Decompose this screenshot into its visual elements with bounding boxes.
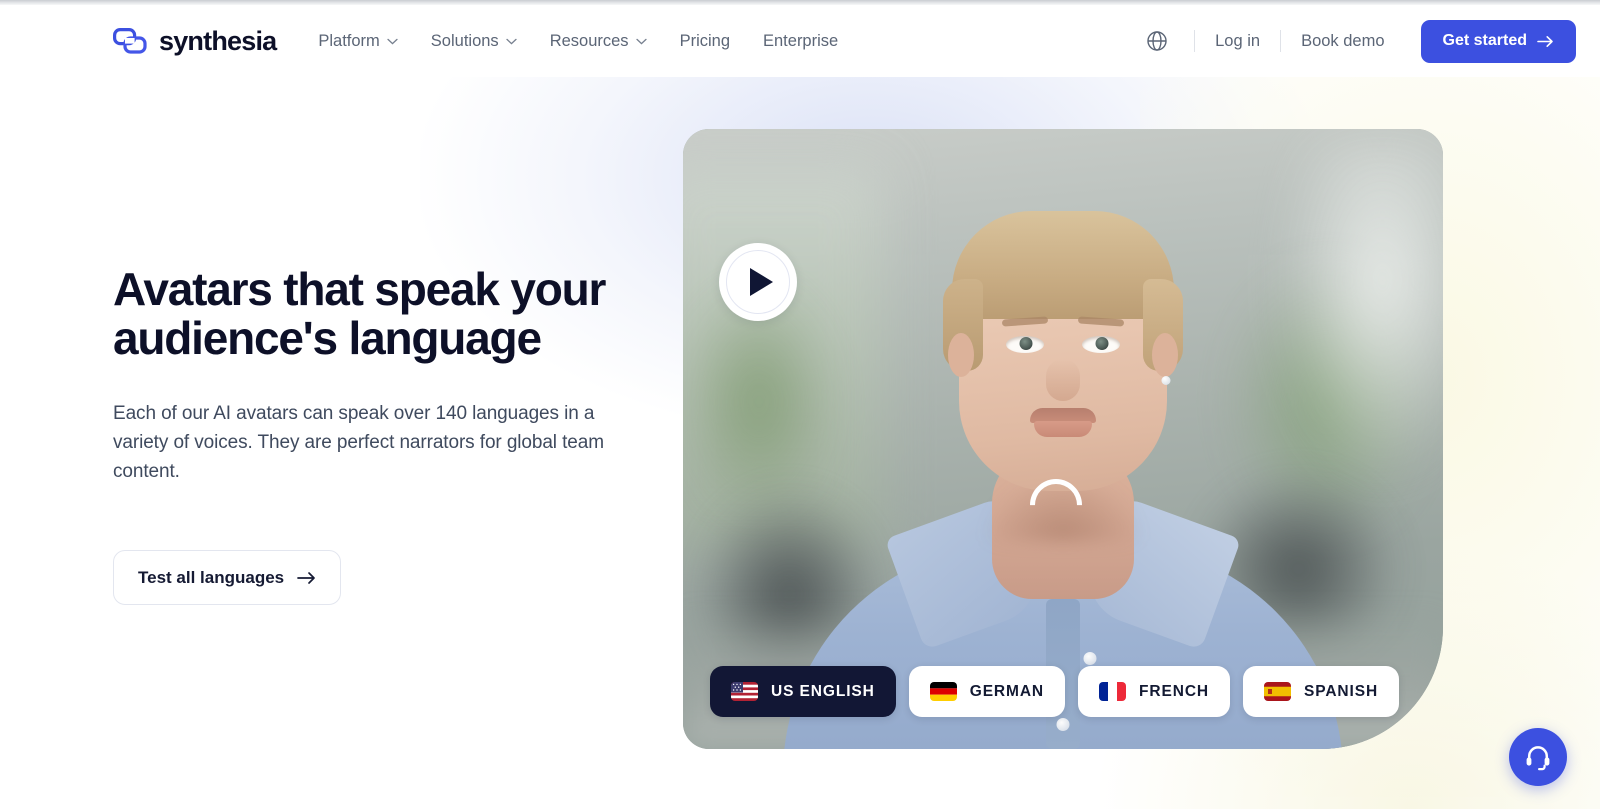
nav-label: Enterprise [763, 31, 839, 50]
chevron-down-icon [635, 38, 647, 44]
language-chip-german[interactable]: GERMAN [908, 666, 1066, 717]
main-nav: Platform Solutions Resources Pricing Ent… [318, 33, 838, 50]
hero-subtitle: Each of our AI avatars can speak over 14… [113, 403, 604, 483]
divider [1194, 30, 1196, 52]
flag-fr-icon [1099, 682, 1127, 701]
test-all-languages-button[interactable]: Test all languages [113, 550, 342, 606]
nav-label: Resources [549, 31, 629, 50]
play-button-ring [726, 250, 790, 314]
avatar-shirt-button [1083, 652, 1097, 665]
language-chip-us-english[interactable]: US ENGLISH [710, 666, 896, 717]
globe-icon [1147, 31, 1167, 51]
avatar-iris-right [1095, 337, 1109, 350]
play-button[interactable] [719, 243, 797, 321]
header-actions: Log in Book demo Get started [1140, 19, 1576, 63]
hero-section: Avatars that speak your audience's langu… [0, 77, 1600, 809]
nav-item-pricing[interactable]: Pricing [680, 33, 730, 50]
nav-item-platform[interactable]: Platform [318, 31, 398, 50]
page-title: Avatars that speak your audience's langu… [113, 263, 606, 365]
language-chip-label: GERMAN [969, 682, 1045, 700]
test-all-languages-label: Test all languages [138, 567, 285, 587]
avatar-earring [1161, 376, 1171, 385]
book-demo-link[interactable]: Book demo [1301, 33, 1384, 50]
avatar-ear-left [948, 333, 974, 377]
chevron-down-icon [506, 38, 517, 44]
get-started-button[interactable]: Get started [1420, 19, 1576, 63]
avatar-shirt-button [1056, 718, 1070, 731]
avatar-iris-left [1019, 337, 1033, 350]
nav-item-enterprise[interactable]: Enterprise [763, 33, 838, 50]
language-chip-list: US ENGLISH GERMAN FRENCH SPANISH [710, 666, 1400, 717]
flag-es-icon [1264, 682, 1292, 701]
nav-item-solutions[interactable]: Solutions [431, 33, 517, 50]
avatar-hair [952, 211, 1174, 319]
login-link[interactable]: Log in [1215, 33, 1260, 50]
language-chip-label: SPANISH [1304, 682, 1379, 700]
language-chip-label: US ENGLISH [771, 682, 875, 700]
divider [1280, 30, 1282, 52]
support-chat-button[interactable] [1509, 728, 1567, 786]
nav-label: Platform [318, 31, 380, 50]
flag-us-icon [731, 682, 758, 701]
flag-de-icon [929, 682, 957, 701]
arrow-right-icon [297, 571, 315, 584]
avatar-nose [1046, 359, 1080, 401]
site-header: synthesia Platform Solutions Resources P… [0, 5, 1600, 77]
page-root: synthesia Platform Solutions Resources P… [0, 0, 1600, 809]
language-chip-french[interactable]: FRENCH [1078, 666, 1231, 717]
logo-wordmark: synthesia [159, 25, 277, 56]
chevron-down-icon [387, 38, 398, 44]
arrow-right-icon [1537, 35, 1553, 47]
avatar-ear-right [1152, 333, 1178, 377]
nav-item-resources[interactable]: Resources [550, 33, 647, 50]
nav-label: Pricing [679, 31, 730, 50]
ai-avatar [683, 129, 1443, 749]
hero-copy: Avatars that speak your audience's langu… [113, 263, 653, 606]
get-started-label: Get started [1442, 32, 1527, 49]
language-selector-button[interactable] [1140, 24, 1174, 58]
avatar-lower-lip [1034, 421, 1092, 437]
nav-label: Solutions [430, 31, 499, 50]
avatar-video-player[interactable]: US ENGLISH GERMAN FRENCH SPANISH [683, 129, 1443, 749]
synthesia-logo-mark [113, 28, 147, 54]
headset-icon [1526, 746, 1550, 771]
synthesia-logo[interactable]: synthesia [113, 25, 277, 56]
language-chip-spanish[interactable]: SPANISH [1243, 666, 1400, 717]
language-chip-label: FRENCH [1139, 682, 1210, 700]
